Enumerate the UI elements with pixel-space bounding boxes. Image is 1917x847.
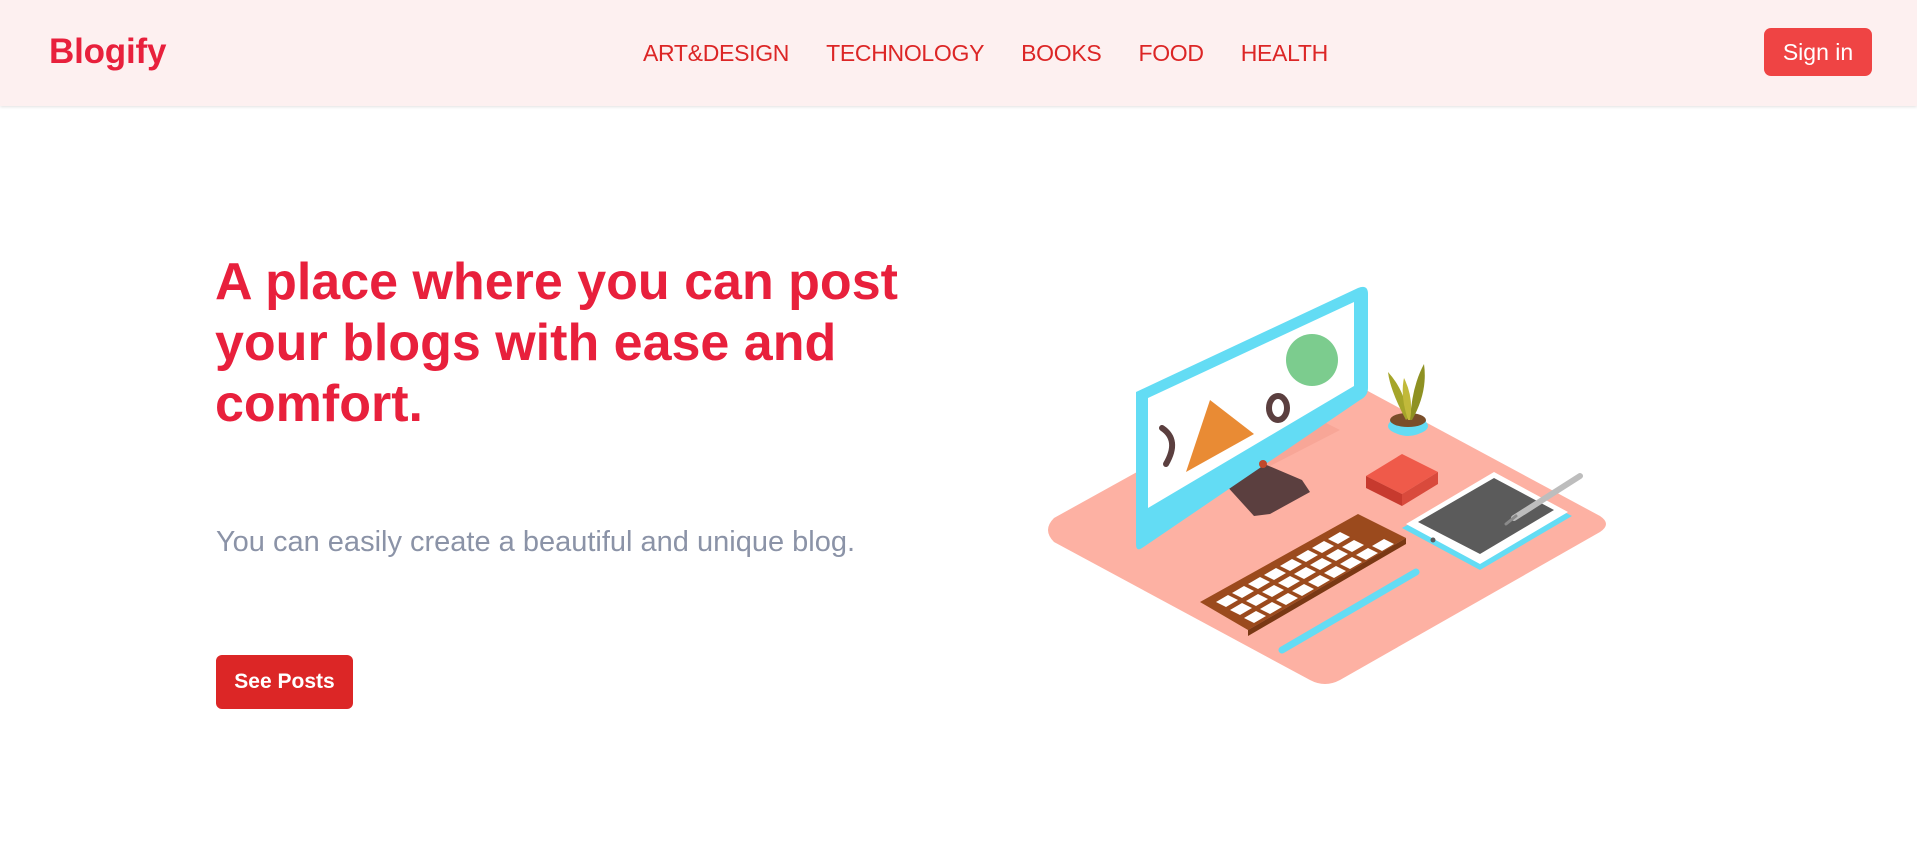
nav-link-books[interactable]: BOOKS — [1021, 40, 1102, 67]
desk-workspace-illustration — [1048, 286, 1606, 684]
sign-in-button[interactable]: Sign in — [1764, 28, 1872, 76]
potted-plant — [1388, 364, 1428, 436]
nav-link-technology[interactable]: TECHNOLOGY — [826, 40, 984, 67]
nav-link-health[interactable]: HEALTH — [1241, 40, 1329, 67]
top-navbar: Blogify ART&DESIGN TECHNOLOGY BOOKS FOOD… — [0, 0, 1917, 106]
hero-subtext: You can easily create a beautiful and un… — [216, 526, 856, 558]
hero-headline: A place where you can post your blogs wi… — [215, 253, 898, 433]
brand-logo[interactable]: Blogify — [49, 32, 166, 72]
nav-link-art-design[interactable]: ART&DESIGN — [643, 40, 789, 67]
nav-link-food[interactable]: FOOD — [1138, 40, 1204, 67]
main-nav: ART&DESIGN TECHNOLOGY BOOKS FOOD HEALTH — [643, 40, 1328, 67]
see-posts-button[interactable]: See Posts — [216, 655, 353, 709]
screen-green-circle — [1286, 334, 1338, 386]
